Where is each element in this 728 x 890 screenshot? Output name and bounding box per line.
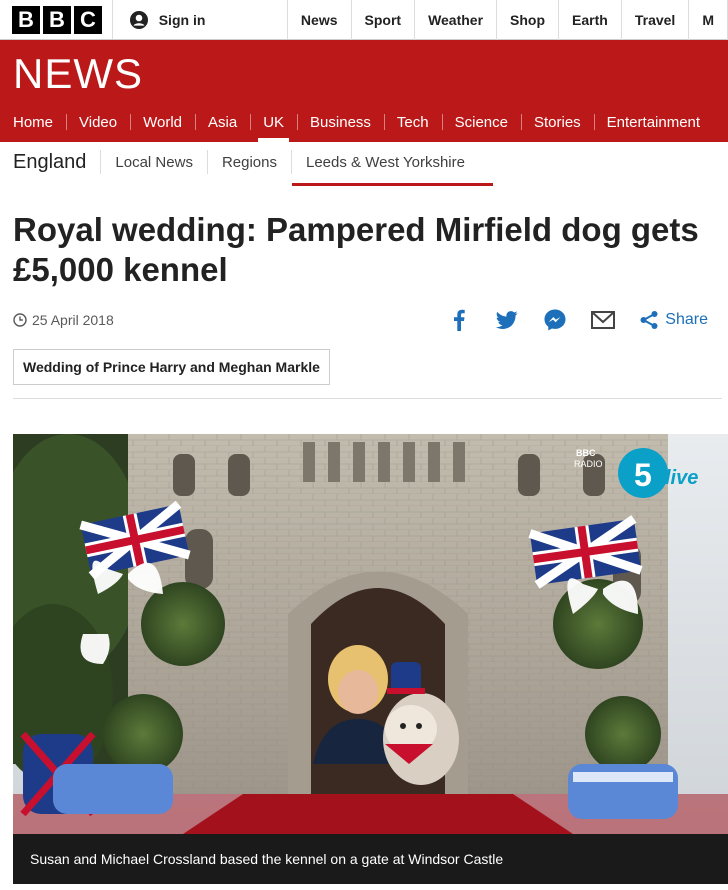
nav-business[interactable]: Business — [297, 102, 384, 142]
subnav-local-news[interactable]: Local News — [101, 150, 208, 174]
share-tools: Share — [423, 308, 708, 332]
top-nav: News Sport Weather Shop Earth Travel M — [288, 0, 728, 40]
top-nav-weather[interactable]: Weather — [415, 0, 498, 40]
watermark-bbc: BBC — [576, 448, 596, 458]
top-nav-travel[interactable]: Travel — [622, 0, 690, 40]
subnav-leeds-west-yorkshire[interactable]: Leeds & West Yorkshire — [292, 150, 493, 186]
nav-asia[interactable]: Asia — [195, 102, 250, 142]
twitter-icon — [496, 311, 518, 329]
sign-in-link[interactable]: Sign in — [113, 0, 288, 39]
subnav-region-england[interactable]: England — [0, 150, 102, 174]
email-share-button[interactable] — [591, 308, 616, 332]
news-logo[interactable]: NEWS — [13, 50, 143, 98]
nav-stories[interactable]: Stories — [520, 102, 594, 142]
user-icon — [129, 10, 148, 29]
top-nav-sport[interactable]: Sport — [352, 0, 416, 40]
nav-science[interactable]: Science — [441, 102, 521, 142]
top-nav-news[interactable]: News — [288, 0, 352, 40]
subnav-regions[interactable]: Regions — [208, 150, 292, 174]
messenger-share-button[interactable] — [543, 308, 567, 332]
twitter-share-button[interactable] — [495, 308, 519, 332]
watermark-radio: RADIO — [574, 459, 603, 469]
facebook-share-button[interactable] — [447, 308, 471, 332]
divider — [13, 398, 722, 399]
nav-home[interactable]: Home — [0, 102, 66, 142]
clock-icon — [13, 313, 27, 327]
topic-tag[interactable]: Wedding of Prince Harry and Meghan Markl… — [13, 349, 330, 385]
nav-video[interactable]: Video — [66, 102, 130, 142]
nav-tech[interactable]: Tech — [383, 102, 442, 142]
sub-nav: England Local News Regions Leeds & West … — [0, 142, 728, 186]
nav-world[interactable]: World — [130, 102, 195, 142]
sign-in-label: Sign in — [158, 11, 206, 28]
share-icon — [640, 311, 658, 329]
main-nav: Home Video World Asia UK Business Tech S… — [0, 102, 728, 142]
image-caption: Susan and Michael Crossland based the ke… — [13, 834, 728, 884]
envelope-icon — [591, 311, 616, 329]
article-date-text: 25 April 2018 — [32, 312, 114, 328]
top-nav-earth[interactable]: Earth — [559, 0, 622, 40]
share-label: Share — [665, 311, 708, 328]
bbc-logo-letter: B — [43, 5, 71, 34]
bbc-logo[interactable]: B B C — [0, 0, 113, 39]
nav-uk[interactable]: UK — [250, 102, 297, 142]
bbc-logo-letter: C — [74, 5, 102, 34]
watermark-five: 5 — [634, 457, 652, 493]
news-banner: NEWS — [0, 40, 728, 102]
bbc-logo-letter: B — [12, 5, 40, 34]
share-button[interactable]: Share — [639, 310, 708, 330]
top-nav-more[interactable]: M — [689, 0, 728, 40]
nav-entertainment[interactable]: Entertainment — [593, 102, 713, 142]
article-image: BBC RADIO 5 live — [13, 434, 728, 834]
top-bar: B B C Sign in News Sport Weather Shop Ea… — [0, 0, 728, 40]
messenger-icon — [544, 309, 566, 331]
article-headline: Royal wedding: Pampered Mirfield dog get… — [13, 211, 699, 288]
top-nav-shop[interactable]: Shop — [497, 0, 560, 40]
watermark-live: live — [665, 467, 698, 489]
facebook-icon — [454, 309, 465, 331]
kennel-photo: BBC RADIO 5 live — [13, 434, 728, 834]
article-date: 25 April 2018 — [13, 312, 114, 328]
